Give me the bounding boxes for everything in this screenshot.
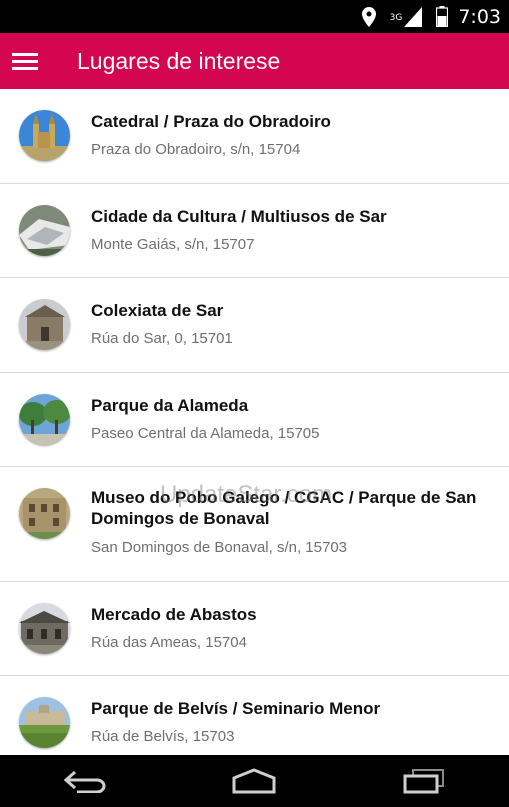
place-address: Praza do Obradoiro, s/n, 15704 <box>91 141 301 158</box>
place-address: Monte Gaiás, s/n, 15707 <box>91 236 255 253</box>
recent-apps-icon[interactable] <box>384 755 464 807</box>
system-nav-bar <box>0 755 509 807</box>
place-thumbnail <box>19 697 70 748</box>
place-name: Parque da Alameda <box>91 396 249 415</box>
page-title: Lugares de interese <box>77 47 281 74</box>
place-thumbnail <box>19 110 70 161</box>
place-address: Rúa das Ameas, 15704 <box>91 634 247 651</box>
place-thumbnail <box>19 488 70 539</box>
place-name: Museo do Pobo Galego / CGAC / Parque de … <box>91 488 477 528</box>
list-item[interactable]: Cidade da Cultura / Multiusos de Sar Mon… <box>0 184 509 278</box>
status-bar: 3G 7:03 <box>0 0 509 33</box>
list-item[interactable]: Museo do Pobo Galego / CGAC / Parque de … <box>0 467 509 582</box>
location-icon <box>361 6 376 27</box>
network-type: 3G <box>389 12 403 23</box>
place-name: Catedral / Praza do Obradoiro <box>91 112 331 131</box>
place-thumbnail <box>19 205 70 256</box>
places-list[interactable]: Catedral / Praza do Obradoiro Praza do O… <box>0 89 509 755</box>
list-item[interactable]: Mercado de Abastos Rúa das Ameas, 15704 <box>0 582 509 676</box>
place-thumbnail <box>19 299 70 350</box>
place-address: Rúa do Sar, 0, 15701 <box>91 330 233 347</box>
battery-icon <box>436 6 449 27</box>
signal-icon: 3G <box>389 6 423 27</box>
place-address: San Domingos de Bonaval, s/n, 15703 <box>91 539 348 556</box>
place-address: Rúa de Belvís, 15703 <box>91 728 235 745</box>
back-icon[interactable] <box>45 755 125 807</box>
clock: 7:03 <box>458 5 501 28</box>
place-address: Paseo Central da Alameda, 15705 <box>91 425 320 442</box>
list-item[interactable]: Colexiata de Sar Rúa do Sar, 0, 15701 <box>0 278 509 373</box>
list-item[interactable]: Parque de Belvís / Seminario Menor Rúa d… <box>0 676 509 755</box>
place-thumbnail <box>19 394 70 445</box>
list-item[interactable]: Parque da Alameda Paseo Central da Alame… <box>0 373 509 467</box>
place-name: Colexiata de Sar <box>91 301 224 320</box>
app-bar: Lugares de interese <box>0 33 509 89</box>
place-thumbnail <box>19 603 70 654</box>
place-name: Parque de Belvís / Seminario Menor <box>91 699 381 718</box>
home-icon[interactable] <box>214 755 294 807</box>
place-name: Mercado de Abastos <box>91 605 257 624</box>
place-name: Cidade da Cultura / Multiusos de Sar <box>91 207 387 226</box>
list-item[interactable]: Catedral / Praza do Obradoiro Praza do O… <box>0 89 509 184</box>
hamburger-menu-icon[interactable] <box>2 33 48 89</box>
